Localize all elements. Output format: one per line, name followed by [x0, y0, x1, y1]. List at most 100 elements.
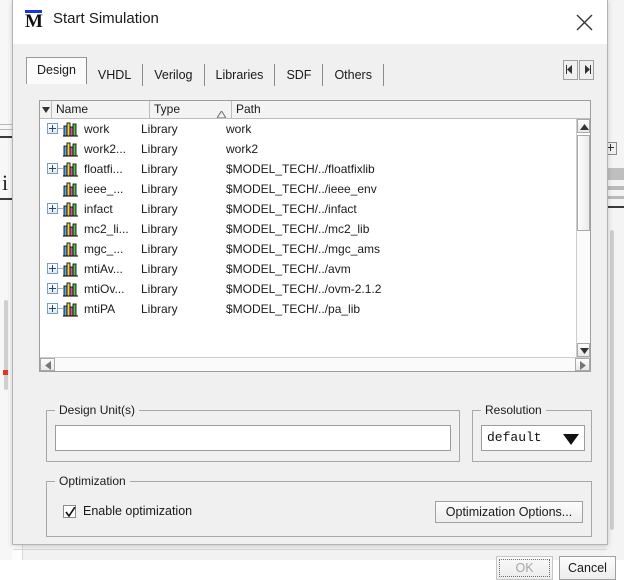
cell-path: $MODEL_TECH/../infact [226, 202, 357, 216]
cell-type: Library [141, 142, 221, 156]
expand-icon[interactable] [47, 123, 58, 134]
cell-path: $MODEL_TECH/../ovm-2.1.2 [226, 282, 381, 296]
expand-icon[interactable] [47, 203, 58, 214]
resolution-title: Resolution [481, 403, 546, 417]
table-row[interactable]: mtiAv... Library $MODEL_TECH/../avm [40, 259, 576, 279]
table-row[interactable]: ieee_... Library $MODEL_TECH/../ieee_env [40, 179, 576, 199]
design-units-input[interactable] [55, 425, 451, 451]
expand-icon[interactable] [47, 283, 58, 294]
expand-icon[interactable] [47, 163, 58, 174]
cell-path: $MODEL_TECH/../pa_lib [226, 302, 360, 316]
library-list-vertical-scrollbar[interactable] [576, 119, 590, 357]
cell-name: work2... [84, 142, 140, 156]
column-header-type[interactable]: Type [150, 101, 232, 118]
scroll-left-icon[interactable] [563, 60, 578, 80]
modelsim-m-logo-icon: M [23, 8, 45, 32]
table-row[interactable]: mtiOv... Library $MODEL_TECH/../ovm-2.1.… [40, 279, 576, 299]
tab-libraries[interactable]: Libraries [205, 64, 276, 86]
cell-path: $MODEL_TECH/../mgc_ams [226, 242, 380, 256]
library-list-rows: work Library work work2... [40, 119, 576, 357]
table-row[interactable]: mgc_... Library $MODEL_TECH/../mgc_ams [40, 239, 576, 259]
cell-path: $MODEL_TECH/../mc2_lib [226, 222, 369, 236]
table-row[interactable]: infact Library $MODEL_TECH/../infact [40, 199, 576, 219]
background-rule [0, 136, 12, 138]
background-marker-dot [3, 370, 8, 375]
resolution-value: default [487, 430, 542, 445]
table-row[interactable]: work Library work [40, 119, 576, 139]
checkmark-icon [63, 505, 76, 518]
vertical-scrollbar-thumb[interactable] [577, 135, 590, 231]
table-row[interactable]: mtiPA Library $MODEL_TECH/../pa_lib [40, 299, 576, 319]
cell-type: Library [141, 262, 221, 276]
column-menu-icon[interactable] [40, 101, 52, 118]
optimization-options-button[interactable]: Optimization Options... [435, 501, 583, 523]
tab-verilog[interactable]: Verilog [143, 64, 204, 86]
cell-type: Library [141, 222, 221, 236]
cell-type: Library [141, 202, 221, 216]
table-row[interactable]: work2... Library work2 [40, 139, 576, 159]
column-label: Type [154, 102, 180, 116]
library-list-header: Name Type Path [40, 101, 590, 119]
resolution-group: Resolution default [472, 410, 592, 462]
tab-vhdl[interactable]: VHDL [87, 64, 143, 86]
table-row[interactable]: mc2_li... Library $MODEL_TECH/../mc2_lib [40, 219, 576, 239]
tab-label: Verilog [154, 68, 192, 82]
scroll-down-icon[interactable] [577, 343, 590, 357]
optimization-title: Optimization [55, 474, 130, 488]
background-rule [0, 198, 12, 200]
library-icon [63, 282, 79, 297]
cell-path: $MODEL_TECH/../avm [226, 262, 351, 276]
expand-icon[interactable] [47, 263, 58, 274]
cell-type: Library [141, 162, 221, 176]
enable-optimization-checkbox[interactable]: Enable optimization [63, 504, 192, 518]
background-scrollbar [4, 300, 8, 390]
tab-label: Libraries [216, 68, 264, 82]
library-icon [63, 182, 79, 197]
library-icon [63, 202, 79, 217]
column-header-name[interactable]: Name [52, 101, 150, 118]
expand-icon[interactable] [47, 303, 58, 314]
chevron-down-icon [563, 434, 579, 448]
cell-type: Library [141, 182, 221, 196]
library-icon [63, 142, 79, 157]
close-icon[interactable] [561, 0, 607, 44]
optimization-group: Optimization Enable optimization Optimiz… [46, 481, 592, 537]
cell-name: mtiAv... [84, 262, 140, 276]
resolution-select[interactable]: default [481, 425, 585, 451]
library-icon [63, 222, 79, 237]
background-scrollbar [610, 230, 614, 530]
cell-type: Library [141, 302, 221, 316]
vertical-scrollbar-track[interactable] [577, 233, 590, 341]
tab-sdf[interactable]: SDF [275, 64, 323, 86]
background-rule [0, 124, 12, 125]
scroll-right-icon[interactable] [579, 60, 594, 80]
cell-path: $MODEL_TECH/../floatfixlib [226, 162, 375, 176]
tab-label: VHDL [98, 68, 131, 82]
dialog-body: Design VHDL Verilog Libraries SDF Others [13, 44, 607, 544]
tab-label: Others [334, 68, 372, 82]
scroll-left-icon[interactable] [40, 358, 55, 371]
column-header-path[interactable]: Path [232, 101, 590, 118]
table-row[interactable]: floatfi... Library $MODEL_TECH/../floatf… [40, 159, 576, 179]
column-label: Name [56, 102, 88, 116]
tab-nav-buttons [563, 60, 594, 80]
tab-design[interactable]: Design [26, 57, 87, 84]
cell-name: mtiOv... [84, 282, 140, 296]
library-icon [63, 242, 79, 257]
library-icon [63, 262, 79, 277]
cell-name: mtiPA [84, 302, 140, 316]
library-icon [63, 122, 79, 137]
dialog-title: Start Simulation [53, 10, 159, 27]
library-icon [63, 162, 79, 177]
scroll-up-icon[interactable] [577, 119, 590, 133]
background-text-glyph: i [2, 172, 8, 194]
cell-name: work [84, 122, 140, 136]
tab-list: Design VHDL Verilog Libraries SDF Others [26, 58, 384, 84]
tab-others[interactable]: Others [323, 64, 384, 86]
cell-name: floatfi... [84, 162, 140, 176]
column-label: Path [236, 102, 261, 116]
library-list-horizontal-scrollbar[interactable] [40, 357, 590, 371]
cell-path: work2 [226, 142, 258, 156]
footer-divider [13, 549, 607, 550]
scroll-right-icon[interactable] [575, 358, 590, 371]
